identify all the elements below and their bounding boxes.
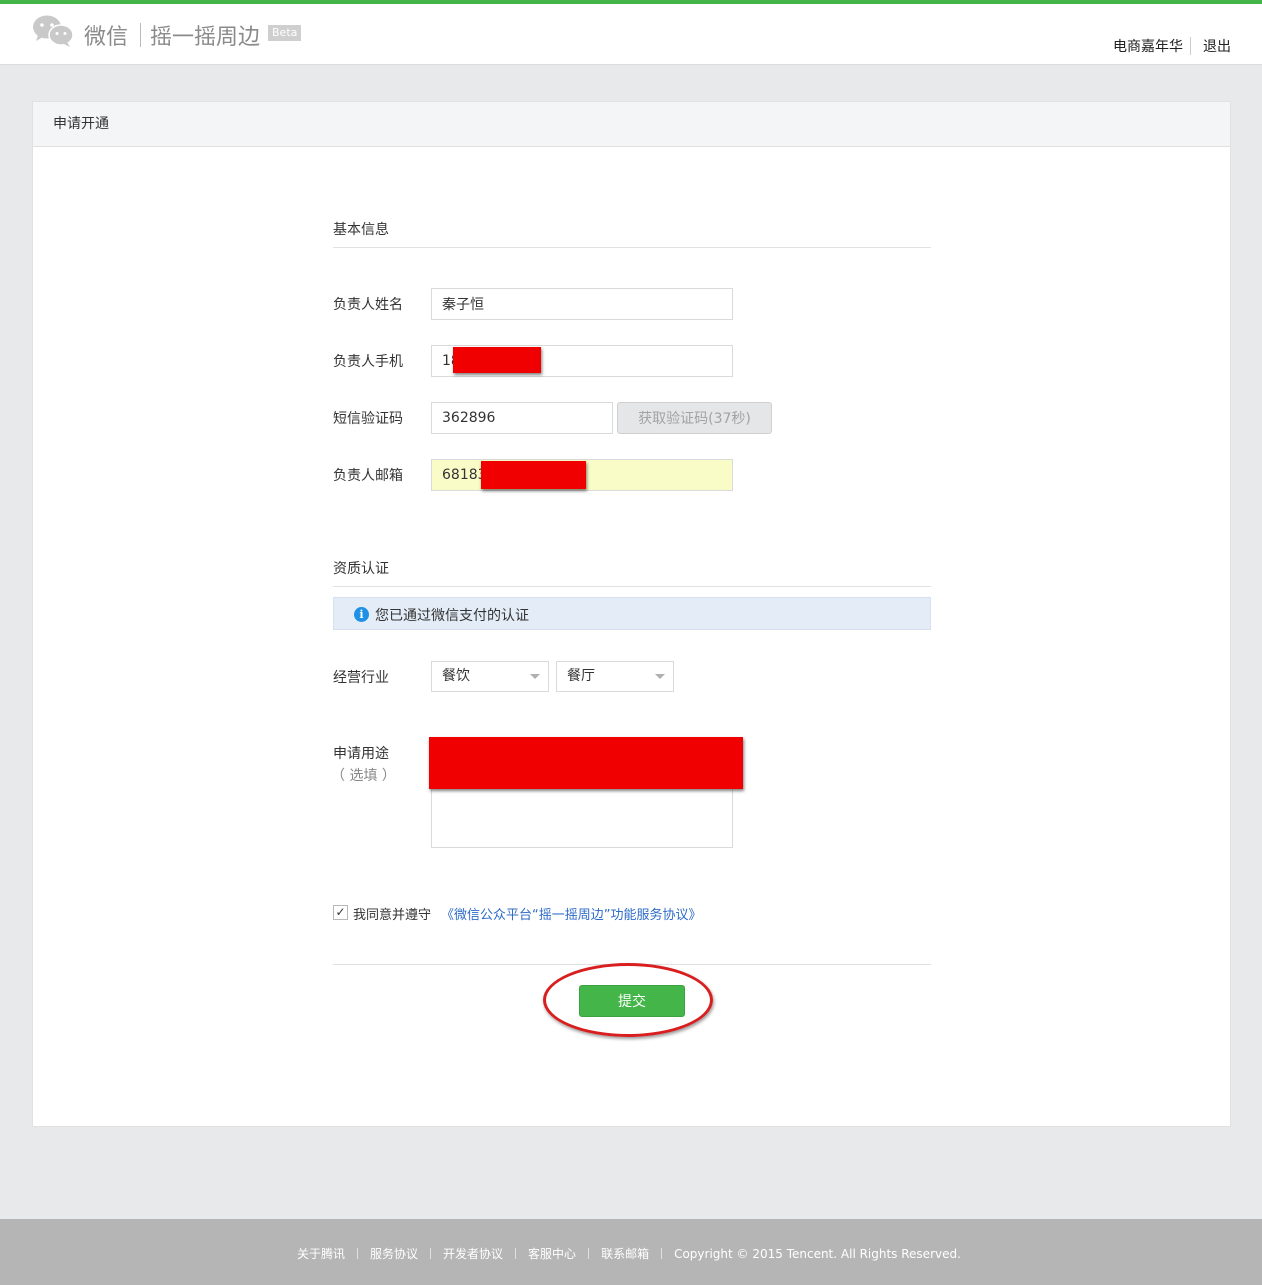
- industry-primary-select[interactable]: 餐饮: [431, 661, 549, 692]
- industry-secondary-value: 餐厅: [567, 668, 595, 684]
- email-redaction: [481, 461, 586, 489]
- application-card: 申请开通 基本信息 负责人姓名 负责人手机 短信验证码 获取验证码(37秒) 负…: [32, 101, 1231, 1127]
- email-label: 负责人邮箱: [333, 468, 403, 484]
- footer-link-developer[interactable]: 开发者协议: [443, 1247, 503, 1261]
- purpose-optional-hint: （ 选填 ）: [331, 768, 396, 784]
- footer-link-service[interactable]: 服务协议: [370, 1247, 418, 1261]
- footer-divider: [588, 1248, 590, 1259]
- submit-button[interactable]: 提交: [579, 985, 685, 1017]
- chevron-down-icon: [655, 674, 665, 679]
- account-name[interactable]: 电商嘉年华: [1113, 36, 1183, 56]
- footer-link-support[interactable]: 客服中心: [528, 1247, 576, 1261]
- industry-secondary-select[interactable]: 餐厅: [556, 661, 674, 692]
- info-icon: i: [354, 607, 369, 622]
- page-footer: 关于腾讯 服务协议 开发者协议 客服中心 联系邮箱 Copyright © 2015 Te…: [0, 1219, 1262, 1285]
- verified-notice: i 您已通过微信支付的认证: [333, 597, 931, 630]
- brand-name: 微信: [84, 25, 129, 50]
- notice-text: 您已通过微信支付的认证: [375, 608, 529, 624]
- section-divider: [333, 586, 931, 587]
- section-divider: [333, 247, 931, 248]
- sms-code-input[interactable]: [431, 402, 613, 434]
- basic-info-title: 基本信息: [333, 222, 389, 238]
- wechat-logo-icon: [33, 15, 74, 47]
- agree-text: 我同意并遵守: [353, 908, 432, 923]
- footer-divider: [661, 1248, 663, 1259]
- beta-badge: Beta: [268, 25, 302, 41]
- name-label: 负责人姓名: [333, 297, 403, 313]
- header-divider: [1190, 37, 1191, 55]
- footer-divider: [430, 1248, 432, 1259]
- industry-primary-value: 餐饮: [442, 668, 470, 684]
- agreement-link[interactable]: 《微信公众平台“摇一摇周边”功能服务协议》: [441, 904, 701, 923]
- brand-divider: [140, 23, 141, 47]
- footer-link-about[interactable]: 关于腾讯: [297, 1247, 345, 1261]
- purpose-label: 申请用途: [333, 746, 389, 762]
- top-header: 微信 摇一摇周边 Beta 电商嘉年华 退出: [0, 0, 1262, 65]
- industry-label: 经营行业: [333, 670, 389, 686]
- card-title: 申请开通: [33, 102, 1230, 147]
- name-input[interactable]: [431, 288, 733, 320]
- qualification-title: 资质认证: [333, 561, 389, 577]
- chevron-down-icon: [530, 674, 540, 679]
- logout-link[interactable]: 退出: [1203, 36, 1231, 56]
- footer-divider: [515, 1248, 517, 1259]
- footer-links: 关于腾讯 服务协议 开发者协议 客服中心 联系邮箱 Copyright © 2015 Te…: [297, 1245, 961, 1262]
- phone-label: 负责人手机: [333, 354, 403, 370]
- get-code-button[interactable]: 获取验证码(37秒): [617, 402, 772, 434]
- purpose-redaction: [429, 737, 743, 789]
- product-name: 摇一摇周边: [150, 25, 261, 50]
- phone-redaction: [453, 347, 541, 373]
- sms-code-label: 短信验证码: [333, 411, 403, 427]
- copyright: Copyright © 2015 Tencent. All Rights Res…: [674, 1247, 961, 1261]
- agree-checkbox[interactable]: ✓: [333, 905, 348, 920]
- footer-divider: [357, 1248, 359, 1259]
- footer-link-email[interactable]: 联系邮箱: [601, 1247, 649, 1261]
